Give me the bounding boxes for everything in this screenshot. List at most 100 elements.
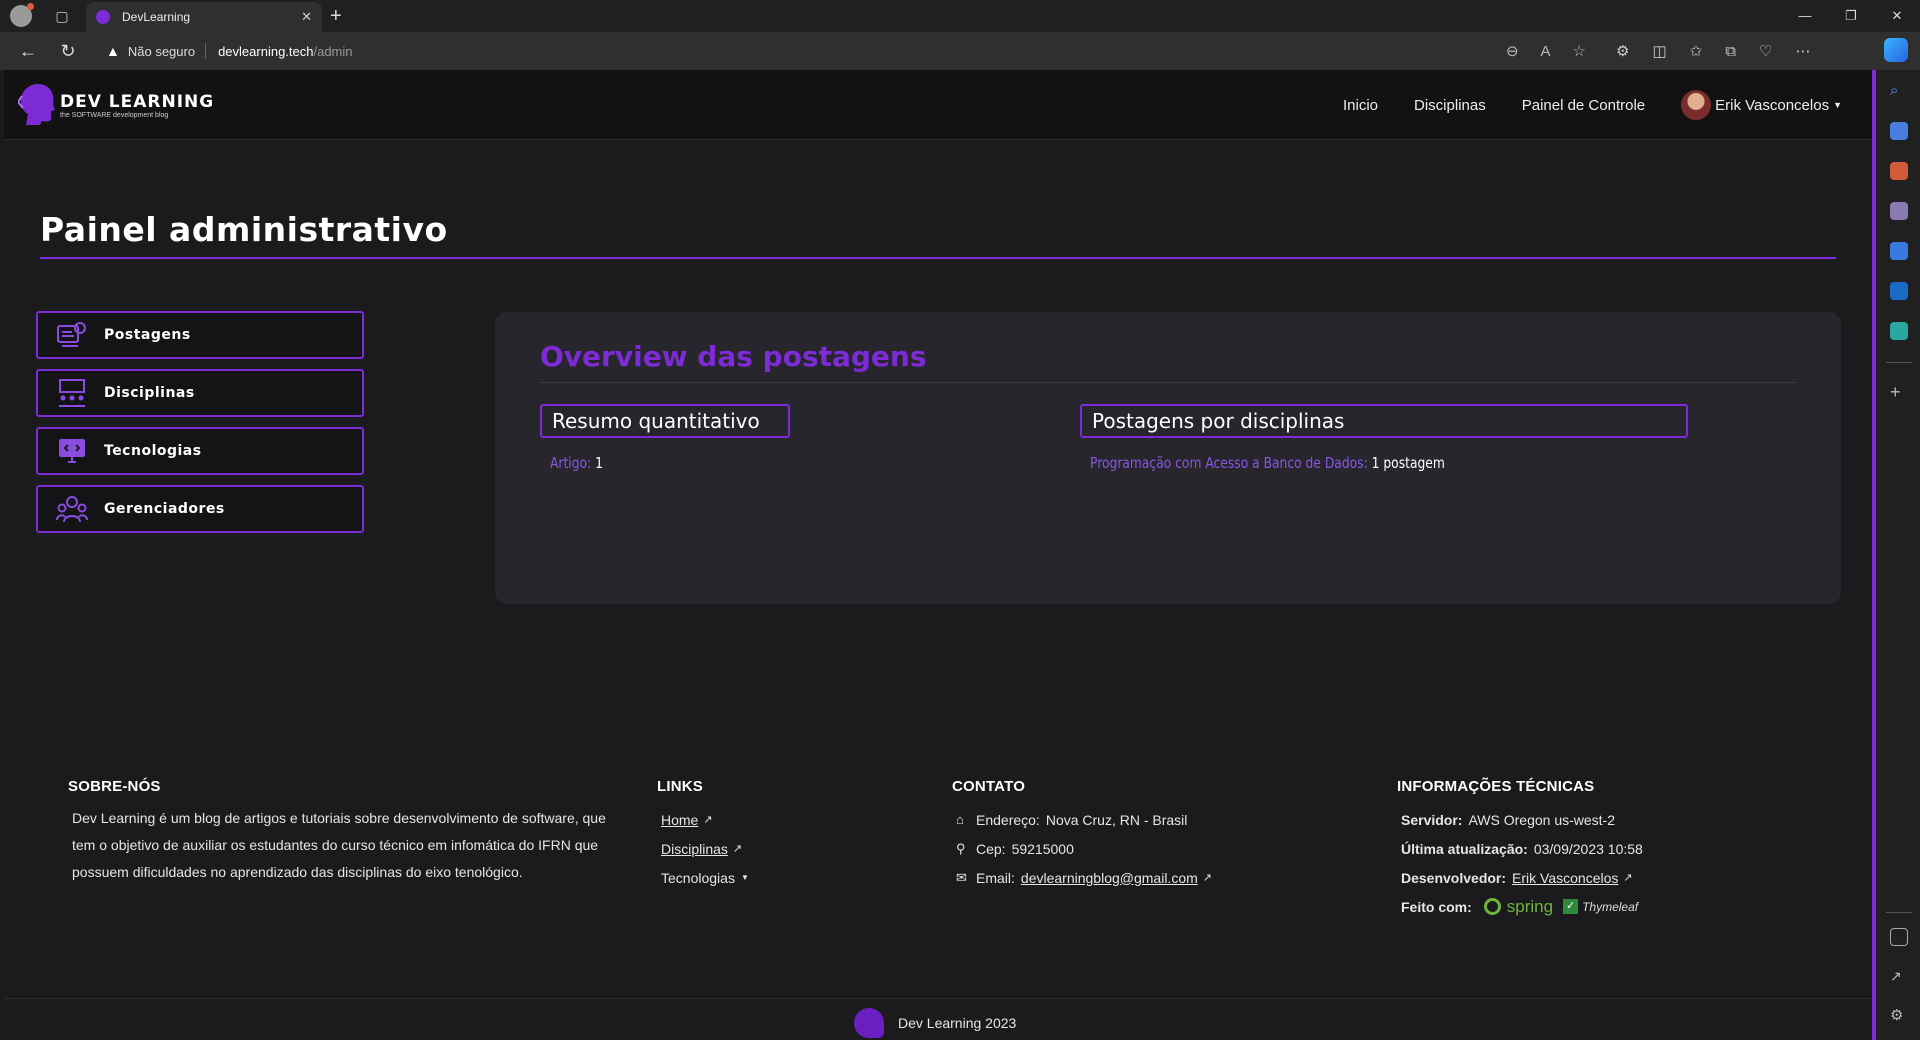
extensions-icon[interactable]: ⚙ xyxy=(1616,42,1629,60)
outlook-icon[interactable] xyxy=(1890,282,1908,300)
office-icon[interactable] xyxy=(1890,242,1908,260)
drop-icon[interactable] xyxy=(1890,322,1908,340)
postagens-button[interactable]: Postagens xyxy=(36,311,364,359)
external-link-icon: ↗ xyxy=(703,814,713,826)
footer-sobre: SOBRE-NÓS Dev Learning é um blog de arti… xyxy=(68,778,628,886)
tab-actions-icon[interactable]: ▢ xyxy=(52,6,72,26)
favorites-icon[interactable]: ✩ xyxy=(1690,42,1703,60)
tecnologias-button[interactable]: Tecnologias xyxy=(36,427,364,475)
minimize-icon[interactable]: — xyxy=(1782,0,1828,32)
back-icon[interactable]: ← xyxy=(8,41,48,62)
footer-tecnicas: INFORMAÇÕES TÉCNICAS Servidor: AWS Oregon… xyxy=(1397,778,1643,921)
thymeleaf-label: Thymeleaf xyxy=(1582,899,1639,914)
servidor-value: AWS Oregon us-west-2 xyxy=(1468,811,1615,828)
footer-tecnologias-dropdown[interactable]: Tecnologias ▼ xyxy=(657,863,749,892)
footer-sobre-text: Dev Learning é um blog de artigos e tuto… xyxy=(72,810,606,880)
copilot-icon[interactable] xyxy=(1884,38,1908,62)
servidor-label: Servidor: xyxy=(1401,811,1463,828)
restore-icon[interactable]: ❐ xyxy=(1828,0,1874,32)
postagens-por-disciplinas-heading: Postagens por disciplinas xyxy=(1080,404,1688,438)
split-screen-icon[interactable]: ◫ xyxy=(1652,42,1666,60)
endereco-value: Nova Cruz, RN - Brasil xyxy=(1045,811,1188,828)
nav-disciplinas[interactable]: Disciplinas xyxy=(1414,97,1486,114)
sidebar-divider xyxy=(1886,362,1912,363)
footer-link-disciplinas[interactable]: Disciplinas xyxy=(661,841,728,857)
nav-inicio[interactable]: Inicio xyxy=(1343,97,1378,114)
site-header: DEV LEARNING the SOFTWARE development bl… xyxy=(4,70,1872,140)
tools-icon[interactable] xyxy=(1890,162,1908,180)
admin-menu: Postagens Disciplinas Tecnologias Gerenc… xyxy=(36,311,364,543)
footer-links: LINKS Home ↗ Disciplinas ↗ Tecnologias ▼ xyxy=(657,778,749,892)
footer-sobre-heading: SOBRE-NÓS xyxy=(68,778,161,795)
title-divider xyxy=(40,257,1836,259)
shopping-icon[interactable] xyxy=(1890,122,1908,140)
main-nav: Inicio Disciplinas Painel de Controle Er… xyxy=(1307,70,1842,140)
envelope-icon: ✉ xyxy=(956,869,967,885)
resumo-quantitativo-heading: Resumo quantitativo xyxy=(540,404,790,438)
refresh-icon[interactable]: ↻ xyxy=(48,41,88,62)
website: DEV LEARNING the SOFTWARE development bl… xyxy=(4,70,1872,1040)
url-path: /admin xyxy=(313,43,353,59)
collections-icon[interactable]: ⧉ xyxy=(1725,43,1736,60)
gerenciadores-button[interactable]: Gerenciadores xyxy=(36,485,364,533)
favorite-star-icon[interactable]: ☆ xyxy=(1573,42,1586,60)
settings-gear-icon[interactable]: ⚙ xyxy=(1890,1006,1908,1024)
email-label: Email: xyxy=(976,869,1015,886)
more-menu-icon[interactable]: ⋯ xyxy=(1795,42,1810,60)
artigo-stat: Artigo: 1 xyxy=(550,454,603,472)
sidebar-toggle-icon[interactable] xyxy=(1890,928,1908,946)
performance-icon[interactable]: ♡ xyxy=(1759,42,1772,60)
artigo-count: 1 xyxy=(595,454,603,472)
home-icon: ⌂ xyxy=(956,812,964,827)
spring-logo-icon xyxy=(1483,898,1501,915)
copyright-text: Dev Learning 2023 xyxy=(898,1015,1017,1031)
window-controls: — ❐ ✕ xyxy=(1782,0,1920,32)
thymeleaf-logo-icon: ✓ xyxy=(1563,899,1579,914)
games-icon[interactable] xyxy=(1890,202,1908,220)
desenvolvedor-label: Desenvolvedor: xyxy=(1401,869,1507,886)
footer-bottom: Dev Learning 2023 xyxy=(854,1008,1016,1038)
atualizacao-value: 03/09/2023 10:58 xyxy=(1533,840,1643,857)
footer-tecnicas-heading: INFORMAÇÕES TÉCNICAS xyxy=(1397,778,1595,795)
zoom-icon[interactable]: ⊖ xyxy=(1506,42,1519,60)
add-icon[interactable]: + xyxy=(1890,382,1908,402)
cep-label: Cep: xyxy=(976,840,1006,857)
disciplina-stat: Programação com Acesso a Banco de Dados:… xyxy=(1090,454,1445,472)
external-icon[interactable]: ↗ xyxy=(1890,968,1908,986)
url-divider xyxy=(205,43,207,59)
search-icon[interactable]: ⌕ xyxy=(1890,82,1908,100)
read-aloud-icon[interactable]: A xyxy=(1541,43,1551,60)
close-window-icon[interactable]: ✕ xyxy=(1874,0,1920,32)
tab-favicon-icon xyxy=(96,10,110,24)
classroom-icon xyxy=(56,378,88,408)
page-title: Painel administrativo xyxy=(40,210,448,249)
cep-value: 59215000 xyxy=(1011,840,1074,857)
close-tab-icon[interactable]: ✕ xyxy=(301,9,312,25)
footer-contato: CONTATO ⌂ Endereço: Nova Cruz, RN - Brasil… xyxy=(952,778,1212,892)
footer-links-heading: LINKS xyxy=(657,778,703,795)
new-tab-icon[interactable]: + xyxy=(330,5,342,28)
footer-link-home[interactable]: Home xyxy=(661,812,698,828)
logo-title[interactable]: DEV LEARNING xyxy=(60,92,214,112)
user-menu[interactable]: Erik Vasconcelos ▼ xyxy=(1681,90,1842,120)
footer-contato-heading: CONTATO xyxy=(952,778,1026,795)
tab-title: DevLearning xyxy=(122,10,191,24)
avatar xyxy=(1681,90,1712,120)
chevron-down-icon: ▼ xyxy=(740,873,749,882)
logo-head-icon[interactable] xyxy=(18,82,56,126)
email-link[interactable]: devlearningblog@gmail.com xyxy=(1021,870,1198,886)
edge-sidebar: ⌕ + ↗ ⚙ xyxy=(1872,70,1920,1040)
url-field[interactable]: ▲ Não seguro devlearning.tech/admin ⊖ A … xyxy=(106,36,1596,66)
disciplinas-button[interactable]: Disciplinas xyxy=(36,369,364,417)
nav-painel-de-controle[interactable]: Painel de Controle xyxy=(1522,97,1645,114)
url-host: devlearning.tech xyxy=(218,43,314,59)
profile-icon[interactable] xyxy=(10,3,34,27)
spring-label: spring xyxy=(1506,896,1554,916)
artigo-label: Artigo: xyxy=(550,454,592,472)
overview-title: Overview das postagens xyxy=(540,340,927,373)
user-name: Erik Vasconcelos xyxy=(1715,96,1830,114)
posts-icon xyxy=(56,320,88,350)
overview-card: Overview das postagens Resumo quantitati… xyxy=(495,312,1841,604)
browser-tab[interactable]: DevLearning ✕ xyxy=(86,2,322,32)
desenvolvedor-link[interactable]: Erik Vasconcelos xyxy=(1512,870,1618,886)
